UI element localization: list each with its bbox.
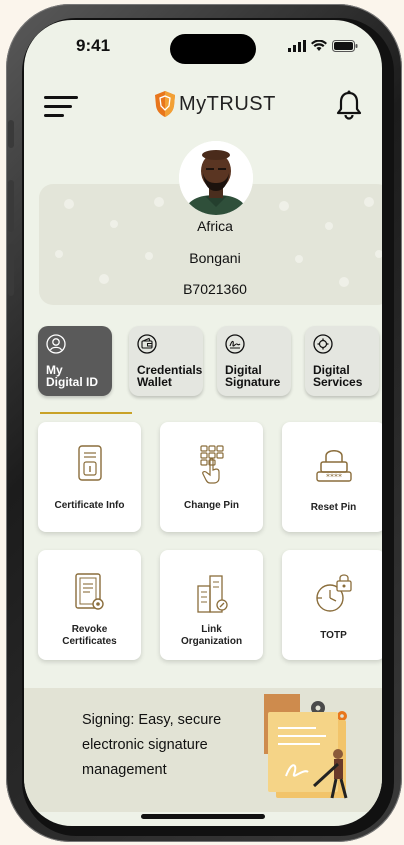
- user-icon: [46, 334, 66, 354]
- tab-label: Credentials Wallet: [137, 363, 203, 389]
- status-icons: [288, 40, 358, 52]
- app-logo: MyTRUST: [154, 90, 276, 118]
- tab-bar: My Digital ID Credentials Wallet Digital Si…: [38, 326, 382, 396]
- certificate-info-card[interactable]: Certificate Info: [38, 422, 141, 532]
- tab-credentials-wallet[interactable]: Credentials Wallet: [129, 326, 203, 396]
- card-label: Certificate Info: [54, 500, 125, 511]
- wifi-icon: [311, 40, 327, 51]
- tab-label: My Digital ID: [46, 363, 99, 389]
- profile-id-number: B7021360: [183, 281, 247, 297]
- tab-digital-services[interactable]: Digital Services: [305, 326, 379, 396]
- tab-label: Digital Signature: [225, 363, 281, 389]
- card-label: Link Organization: [180, 624, 243, 647]
- avatar[interactable]: [179, 141, 253, 215]
- svg-text:****: ****: [326, 473, 342, 482]
- organization-icon: [196, 575, 228, 613]
- tab-my-digital-id[interactable]: My Digital ID: [38, 326, 112, 396]
- active-tab-indicator: [40, 412, 132, 414]
- revoke-certificates-card[interactable]: Revoke Certificates: [38, 550, 141, 660]
- bell-icon[interactable]: [336, 90, 362, 125]
- app-screen: 9:41 MyTRUST Africa Bongani B7021360 My …: [24, 20, 382, 826]
- volume-up-button: [8, 180, 14, 232]
- timer-lock-icon: [315, 574, 352, 612]
- status-bar: 9:41: [24, 20, 382, 72]
- volume-down-button: [8, 244, 14, 296]
- signature-icon: [225, 334, 245, 354]
- card-label: TOTP: [320, 630, 347, 641]
- tab-label: Digital Services: [313, 363, 363, 389]
- link-organization-card[interactable]: Link Organization: [160, 550, 263, 660]
- user-portrait: [179, 141, 253, 215]
- services-icon: [313, 334, 333, 354]
- keypad-icon: [199, 445, 224, 484]
- banner-text: Signing: Easy, secure electronic signatu…: [82, 712, 222, 778]
- reset-pin-card[interactable]: **** Reset Pin: [282, 422, 382, 532]
- home-indicator[interactable]: [141, 814, 265, 819]
- certificate-icon: [77, 445, 102, 481]
- card-label: Reset Pin: [310, 502, 357, 513]
- app-name: MyTRUST: [179, 92, 276, 115]
- signing-illustration: [264, 694, 348, 799]
- change-pin-card[interactable]: Change Pin: [160, 422, 263, 532]
- shield-logo-icon: [155, 91, 175, 117]
- revoke-document-icon: [74, 573, 104, 610]
- hamburger-menu-icon[interactable]: [44, 96, 78, 118]
- totp-card[interactable]: TOTP: [282, 550, 382, 660]
- cellular-signal-icon: [288, 40, 306, 52]
- profile-last-name: Bongani: [189, 250, 241, 266]
- wallet-icon: [137, 334, 157, 354]
- app-header: MyTRUST: [24, 88, 382, 128]
- padlock-icon: ****: [315, 450, 352, 482]
- mute-switch: [8, 120, 14, 148]
- promo-banner[interactable]: Signing: Easy, secure electronic signatu…: [24, 688, 382, 812]
- dynamic-island: [170, 34, 256, 64]
- status-time: 9:41: [76, 36, 111, 55]
- battery-icon: [332, 40, 358, 52]
- card-label: Change Pin: [183, 500, 239, 511]
- tab-digital-signature[interactable]: Digital Signature: [217, 326, 291, 396]
- card-label: Revoke Certificates: [62, 624, 117, 647]
- profile-first-name: Africa: [197, 218, 233, 234]
